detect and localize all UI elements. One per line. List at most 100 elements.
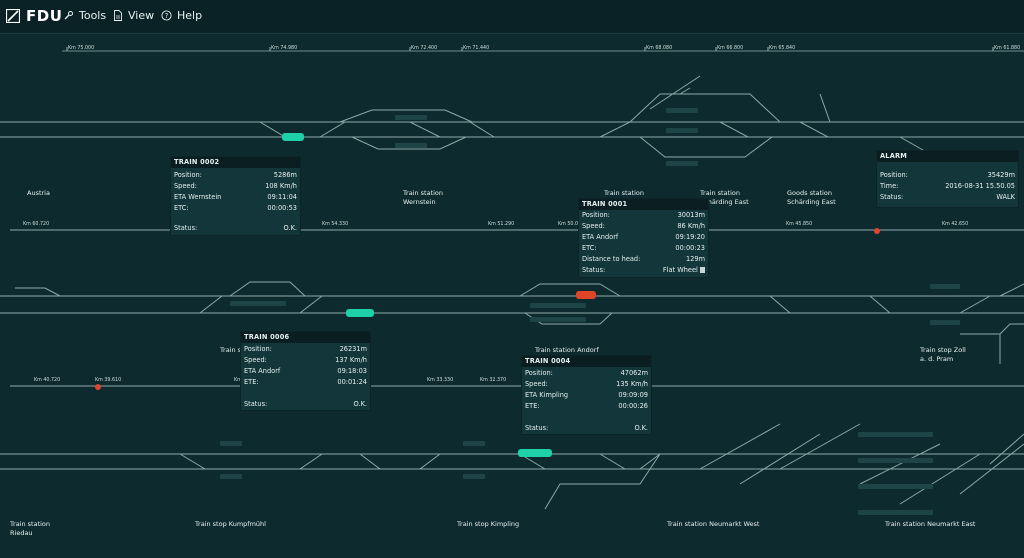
top-bar: FDU Tools View ? Help <box>0 0 1024 34</box>
field-label: ETE: <box>244 378 259 386</box>
status-label: Status: <box>582 266 606 274</box>
svg-text:?: ? <box>165 12 169 20</box>
train-panel-title: TRAIN 0002 <box>171 157 300 168</box>
station-label-wernstein: Train station Wernstein <box>403 189 444 206</box>
train-panel-title: TRAIN 0004 <box>522 356 651 367</box>
field-value: 09:11:04 <box>267 193 297 201</box>
train-panel-0004[interactable]: TRAIN 0004 Position: 47062m Speed: 135 Km/… <box>521 355 652 435</box>
km-marker: Km 40.720 <box>34 378 61 383</box>
document-icon <box>114 10 122 21</box>
menu-view-label: View <box>128 9 155 22</box>
train-marker-0002[interactable] <box>282 133 304 141</box>
menu-help[interactable]: ? Help <box>161 9 202 22</box>
field-label: Position: <box>244 345 272 353</box>
station-label-goods-schaerding: Goods station Schärding East <box>787 189 836 206</box>
alarm-point-marker-2[interactable] <box>95 384 101 390</box>
status-value: O.K. <box>353 400 367 408</box>
app-title: FDU <box>26 7 63 25</box>
station-label-neumarkt-east: Train station Neumarkt East <box>885 520 976 528</box>
km-marker: Km 61.880 <box>994 46 1021 51</box>
menu-help-label: Help <box>177 9 203 22</box>
train-panel-0001[interactable]: TRAIN 0001 Position: 30013m Speed: 86 Km/h… <box>578 198 709 278</box>
km-marker: Km 65.840 <box>769 46 796 51</box>
field-value: 137 Km/h <box>335 356 367 364</box>
status-text: Flat Wheel <box>662 266 698 274</box>
train-panel-0002[interactable]: TRAIN 0002 Position: 5286m Speed: 108 Km/h… <box>170 156 301 236</box>
station-label-kumpfmuehl: Train stop Kumpfmühl <box>195 520 266 528</box>
km-marker: Km 75.000 <box>68 46 95 51</box>
km-marker: Km 71.440 <box>463 46 490 51</box>
km-marker: Km 50.0 <box>558 222 579 227</box>
field-label: Position: <box>880 171 908 179</box>
station-label-austria: Austria <box>27 189 50 197</box>
field-label: Position: <box>525 369 553 377</box>
field-label: ETA Kimpling <box>525 391 569 399</box>
field-label: ETA Andorf <box>244 367 281 375</box>
station-label-kimpling: Train stop Kimpling <box>457 520 520 528</box>
km-marker: Km 74.980 <box>271 46 298 51</box>
field-value: 09:19:20 <box>675 233 705 241</box>
status-label: Status: <box>244 400 268 408</box>
alarm-point-marker[interactable] <box>874 228 880 234</box>
field-value: 35429m <box>987 171 1015 179</box>
train-panel-title: TRAIN 0006 <box>241 332 370 343</box>
field-value: 5286m <box>273 171 297 179</box>
field-value: 2016-08-31 15.50.05 <box>945 182 1015 190</box>
train-marker-0001[interactable] <box>576 291 596 299</box>
km-marker: Km 54.330 <box>322 222 349 227</box>
km-marker: Km 39.610 <box>95 378 122 383</box>
field-value: 00:01:24 <box>337 378 367 386</box>
status-label: Status: <box>174 224 198 232</box>
field-value: 26231m <box>339 345 367 353</box>
track-map[interactable]: Km 75.000 Km 74.980 Km 72.400 Km 71.440 … <box>0 34 1024 558</box>
field-value: 129m <box>685 255 705 263</box>
field-value: WALK <box>996 193 1015 201</box>
menu-view[interactable]: View <box>113 9 154 22</box>
station-label-zoll: Train stop Zoll a. d. Pram <box>920 346 966 363</box>
alarm-panel[interactable]: ALARM Position: 35429m Time: 2016-08-31 15… <box>876 150 1019 208</box>
alarm-panel-title: ALARM <box>877 151 1018 162</box>
field-value: 00:00:53 <box>267 204 297 212</box>
field-value: 00:00:26 <box>618 402 648 410</box>
track-diagram <box>0 47 1024 515</box>
field-value: 135 Km/h <box>616 380 648 388</box>
field-label: Time: <box>880 182 899 190</box>
field-value: 09:18:03 <box>337 367 367 375</box>
help-circle-icon: ? <box>161 10 172 21</box>
field-label: Position: <box>582 211 610 219</box>
train-panel-title: TRAIN 0001 <box>579 199 708 210</box>
station-label: Train station <box>604 189 645 197</box>
field-value: 86 Km/h <box>677 222 705 230</box>
field-label: Speed: <box>174 182 197 190</box>
status-value: O.K. <box>634 424 648 432</box>
status-label: Status: <box>525 424 549 432</box>
menu-tools[interactable]: Tools <box>63 9 106 22</box>
field-label: Speed: <box>525 380 548 388</box>
train-marker-0004[interactable] <box>518 449 552 457</box>
field-label: Speed: <box>582 222 605 230</box>
status-value: Flat Wheel <box>663 266 705 274</box>
station-label-andorf: Train station Andorf <box>535 346 599 354</box>
field-label: ETA Andorf <box>582 233 619 241</box>
menu-tools-label: Tools <box>79 9 107 22</box>
field-value: 09:09:09 <box>618 391 648 399</box>
field-label: Distance to head: <box>582 255 641 263</box>
km-marker: Km 51.290 <box>488 222 515 227</box>
field-label: ETA Wernstein <box>174 193 222 201</box>
field-label: Position: <box>174 171 202 179</box>
field-value: 47062m <box>620 369 648 377</box>
field-label: Status: <box>880 193 904 201</box>
trash-icon[interactable] <box>700 267 705 273</box>
train-marker-0006[interactable] <box>346 309 374 317</box>
status-value: O.K. <box>283 224 297 232</box>
km-marker: Km 60.720 <box>23 222 50 227</box>
field-label: ETC: <box>582 244 597 252</box>
field-value: 30013m <box>677 211 705 219</box>
km-marker: Km 45.850 <box>786 222 813 227</box>
train-panel-0006[interactable]: TRAIN 0006 Position: 26231m Speed: 137 Km/… <box>240 331 371 411</box>
km-marker: Km 66.800 <box>717 46 744 51</box>
km-marker: Km 68.080 <box>646 46 673 51</box>
field-label: ETC: <box>174 204 189 212</box>
app-brand[interactable]: FDU <box>6 7 62 25</box>
field-label: ETE: <box>525 402 540 410</box>
